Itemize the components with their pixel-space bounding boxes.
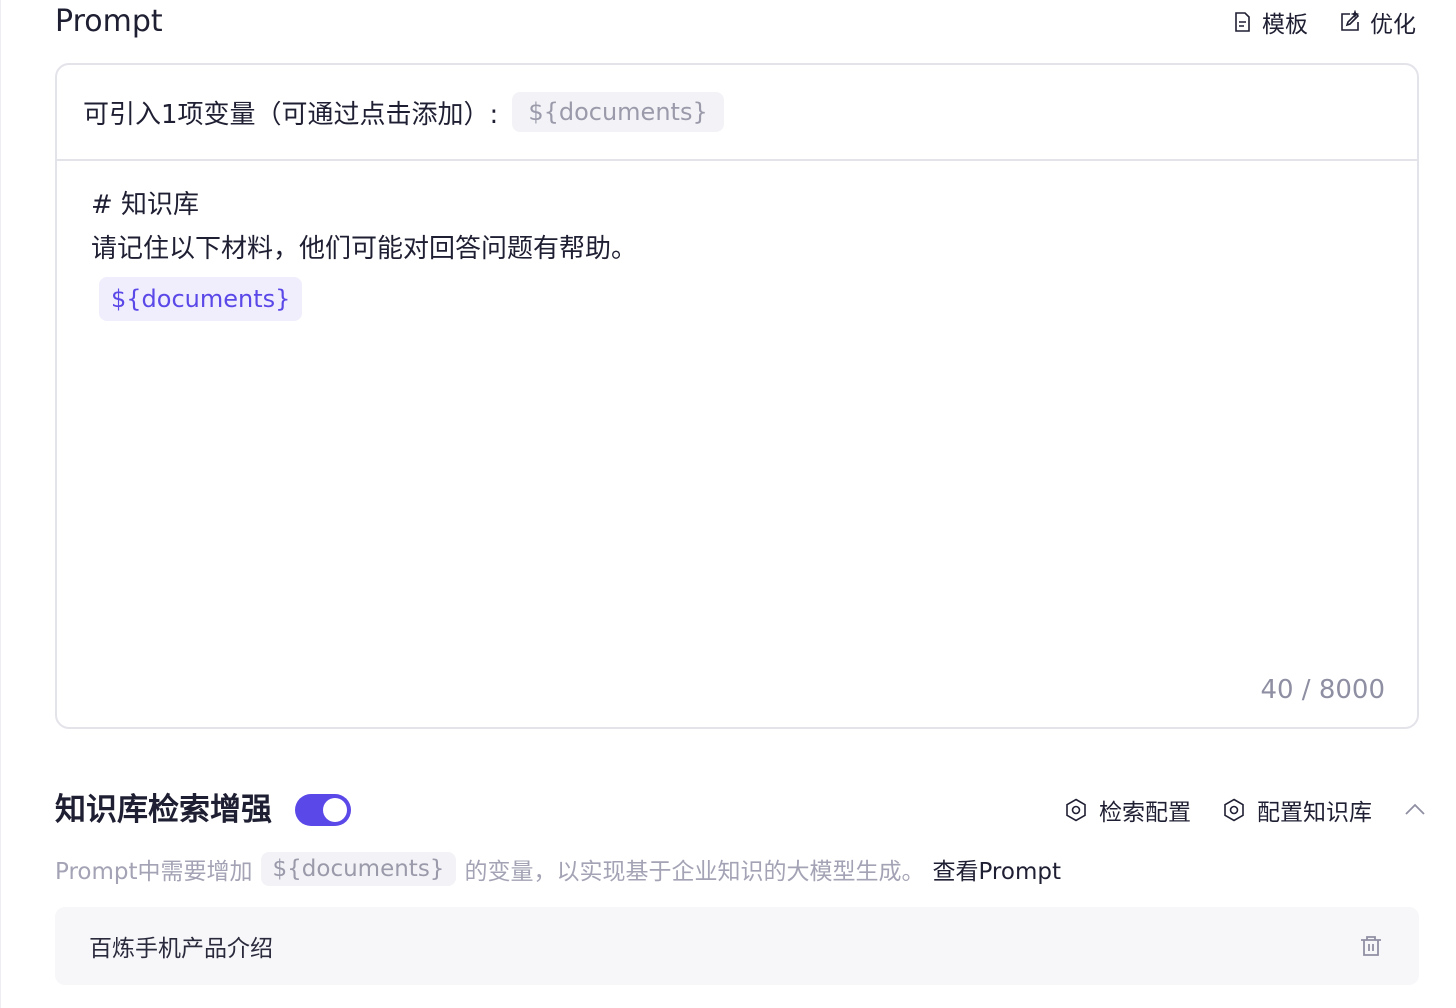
template-label: 模板 <box>1262 12 1308 38</box>
retrieval-config-label: 检索配置 <box>1099 800 1191 826</box>
knowledge-actions: 检索配置 配置知识库 <box>1063 790 1428 830</box>
variable-chip-documents[interactable]: ${documents} <box>512 92 724 132</box>
desc-suffix: 的变量，以实现基于企业知识的大模型生成。 <box>464 859 925 885</box>
optimize-button[interactable]: 优化 <box>1338 5 1416 39</box>
knowledge-section-title: 知识库检索增强 <box>55 792 272 828</box>
list-item[interactable]: 百炼手机产品介绍 <box>55 907 1419 985</box>
desc-prefix: Prompt中需要增加 <box>55 859 253 885</box>
knowledge-toggle[interactable] <box>295 794 351 826</box>
page-title: Prompt <box>55 4 163 39</box>
kb-config-button[interactable]: 配置知识库 <box>1221 793 1372 827</box>
magic-edit-icon <box>1341 10 1360 31</box>
prompt-panel: Prompt 模板 优化 可引入1项变量（可通过点击添加）: ${documen… <box>0 0 1456 1008</box>
trash-icon[interactable] <box>1357 932 1385 960</box>
desc-variable-chip: ${documents} <box>260 852 457 886</box>
chevron-up-icon[interactable] <box>1402 797 1428 823</box>
toggle-knob <box>323 798 347 822</box>
prompt-editor[interactable]: 可引入1项变量（可通过点击添加）: ${documents} # 知识库 请记住… <box>55 63 1419 729</box>
template-button[interactable]: 模板 <box>1230 5 1308 39</box>
prompt-textarea[interactable]: # 知识库 请记住以下材料，他们可能对回答问题有帮助。 ${documents} <box>57 161 1417 343</box>
document-icon <box>1235 12 1250 32</box>
view-prompt-link[interactable]: 查看Prompt <box>932 852 1061 886</box>
variables-label: 可引入1项变量（可通过点击添加）: <box>83 99 499 130</box>
prompt-line: # 知识库 <box>91 190 200 220</box>
knowledge-description: Prompt中需要增加 ${documents} 的变量，以实现基于企业知识的大… <box>55 852 1061 886</box>
optimize-label: 优化 <box>1370 12 1416 38</box>
character-count: 40 / 8000 <box>1260 675 1385 705</box>
settings-hexagon-icon <box>1224 798 1244 822</box>
header-actions: 模板 优化 <box>1230 2 1416 42</box>
inserted-variable-chip[interactable]: ${documents} <box>99 277 303 321</box>
settings-hexagon-icon <box>1066 798 1086 822</box>
kb-config-label: 配置知识库 <box>1257 800 1372 826</box>
retrieval-config-button[interactable]: 检索配置 <box>1063 793 1191 827</box>
variables-bar: 可引入1项变量（可通过点击添加）: ${documents} <box>57 65 1417 161</box>
knowledge-base-name: 百炼手机产品介绍 <box>89 936 273 962</box>
prompt-line: 请记住以下材料，他们可能对回答问题有帮助。 <box>91 234 638 264</box>
